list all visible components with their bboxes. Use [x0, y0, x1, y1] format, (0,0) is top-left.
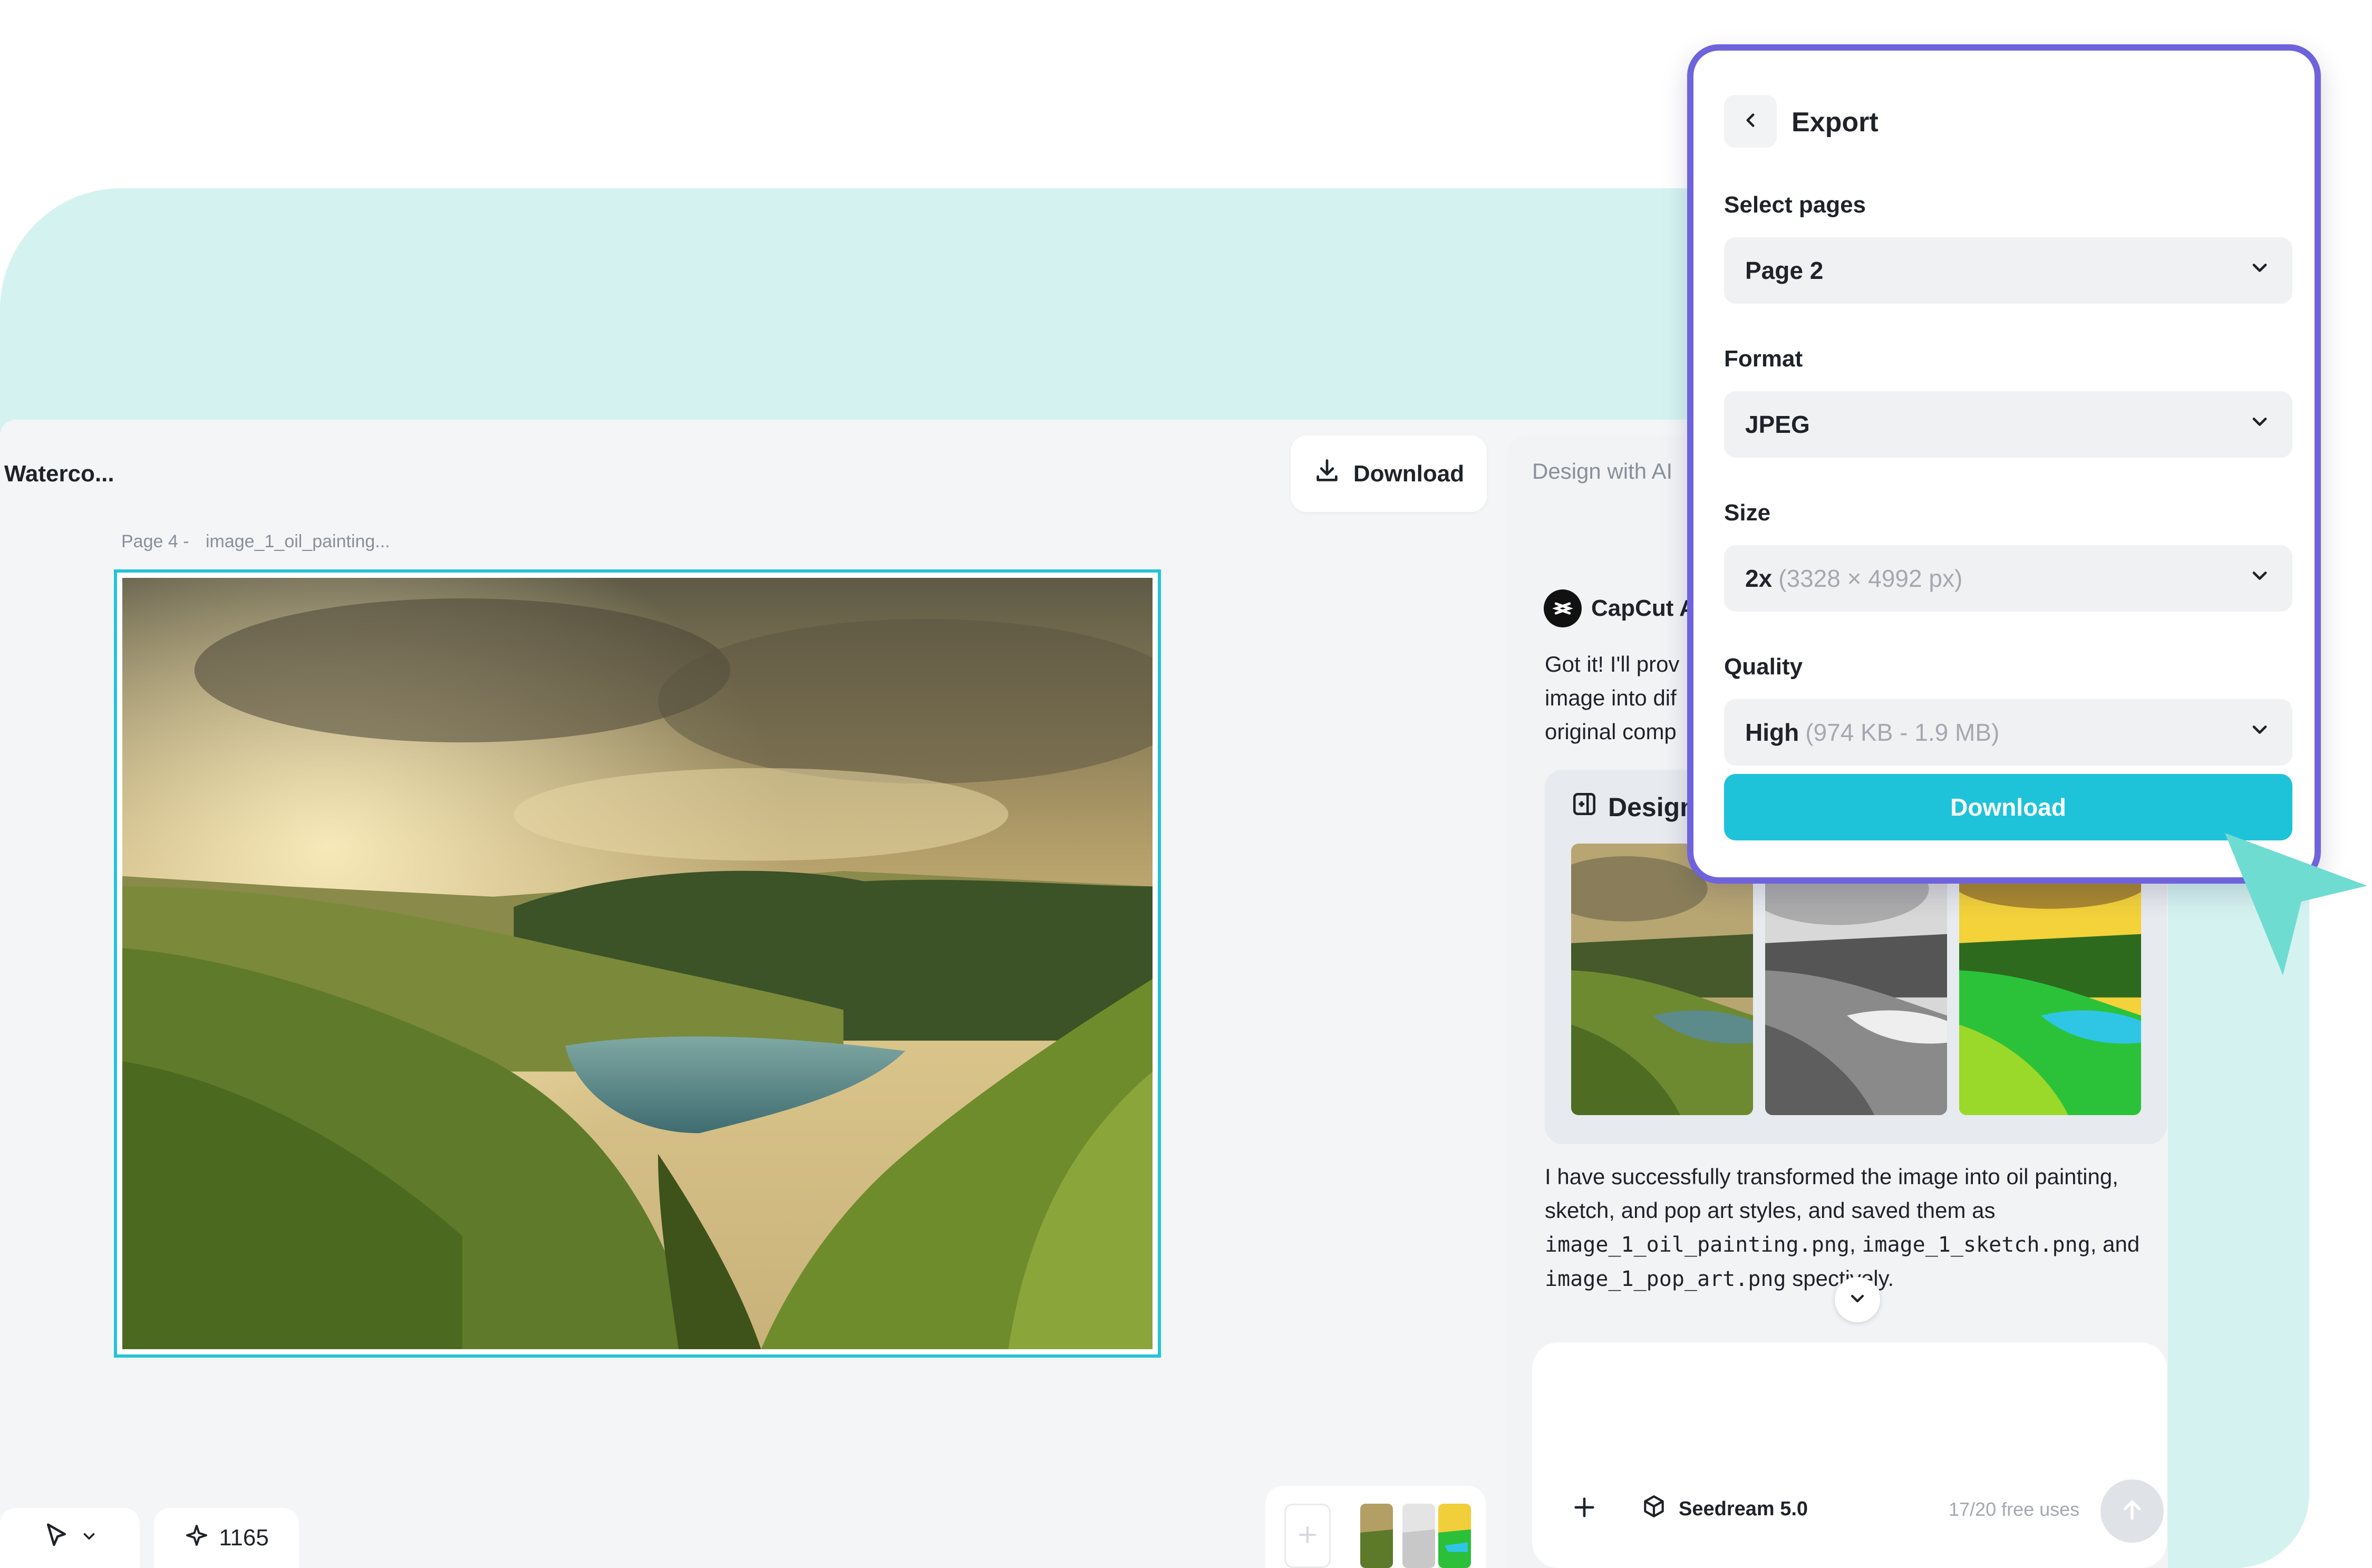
- intro-line: original comp: [1545, 719, 1677, 744]
- page-thumbnail[interactable]: [1438, 1504, 1471, 1568]
- chevron-down-icon: [2248, 564, 2271, 593]
- quality-label: Quality: [1724, 654, 1803, 680]
- assistant-intro: Got it! I'll prov image into dif origina…: [1545, 647, 1682, 749]
- pointer-tool[interactable]: [0, 1508, 140, 1568]
- select-pages-value: Page 2: [1745, 257, 1824, 284]
- credits-value: 1165: [219, 1525, 269, 1551]
- plus-icon: [1570, 1493, 1599, 1525]
- page-number-label: Page 4 -: [121, 531, 189, 551]
- document-title-text: Waterco...: [4, 460, 114, 487]
- page-file-label: image_1_oil_painting...: [205, 531, 390, 551]
- quality-dropdown[interactable]: High (974 KB - 1.9 MB): [1724, 699, 2292, 766]
- chevron-down-icon: [2248, 256, 2271, 285]
- format-label: Format: [1724, 346, 1803, 372]
- sketch-thumbnail[interactable]: [1765, 844, 1947, 1115]
- page-thumbnail[interactable]: [1360, 1504, 1393, 1568]
- cube-icon: [1641, 1493, 1667, 1525]
- download-button-label: Download: [1353, 460, 1465, 487]
- result-file-oil: image_1_oil_painting.png: [1545, 1233, 1850, 1257]
- result-file-pop-art: image_1_pop_art.png: [1545, 1267, 1786, 1291]
- download-icon: [1313, 457, 1341, 490]
- model-selector[interactable]: Seedream 5.0: [1641, 1493, 1808, 1525]
- chevron-down-icon: [2248, 718, 2271, 747]
- send-button[interactable]: [2100, 1479, 2164, 1543]
- size-detail: (3328 × 4992 px): [1778, 565, 1963, 592]
- free-uses-counter: 17/20 free uses: [1949, 1498, 2080, 1520]
- size-value: 2x: [1745, 565, 1773, 592]
- add-page-button[interactable]: [1284, 1504, 1331, 1568]
- oil-painting-thumbnail[interactable]: [1571, 844, 1753, 1115]
- format-dropdown[interactable]: JPEG: [1724, 391, 2292, 458]
- arrow-up-icon: [2118, 1496, 2146, 1527]
- chevron-down-icon: [1847, 1288, 1868, 1312]
- assistant-header: CapCut A: [1544, 589, 1696, 627]
- size-dropdown[interactable]: 2x (3328 × 4992 px): [1724, 545, 2292, 612]
- back-button[interactable]: [1724, 95, 1777, 148]
- select-pages-label: Select pages: [1724, 192, 1866, 218]
- chevron-down-icon: [2248, 410, 2271, 439]
- intro-line: Got it! I'll prov: [1545, 652, 1680, 676]
- landscape-painting: [122, 578, 1153, 1349]
- chevron-left-icon: [1739, 109, 1761, 134]
- export-title: Export: [1792, 107, 1879, 138]
- size-selection: 2x (3328 × 4992 px): [1745, 564, 1962, 593]
- download-button[interactable]: Download: [1291, 435, 1487, 512]
- chat-add-button[interactable]: [1566, 1490, 1603, 1527]
- result-and: and: [2103, 1232, 2140, 1256]
- assistant-result-message: I have successfully transformed the imag…: [1545, 1164, 2140, 1291]
- export-panel: Export Select pages Page 2 Format JPEG S…: [1687, 44, 2321, 884]
- intro-line: image into dif: [1545, 685, 1677, 710]
- design-card-title: Design: [1608, 792, 1696, 822]
- select-pages-dropdown[interactable]: Page 2: [1724, 237, 2292, 304]
- design-card-icon: [1571, 791, 1598, 824]
- credits-counter[interactable]: 1165: [154, 1508, 299, 1568]
- model-name: Seedream 5.0: [1679, 1497, 1808, 1520]
- page-label: Page 4 - image_1_oil_painting...: [121, 531, 402, 552]
- design-card-header: Design: [1571, 791, 1696, 824]
- pop-art-thumbnail[interactable]: [1959, 844, 2141, 1115]
- document-title[interactable]: Waterco...: [0, 435, 140, 512]
- quality-detail: (974 KB - 1.9 MB): [1805, 719, 2000, 746]
- sparkle-icon: [184, 1523, 209, 1554]
- quality-value: High: [1745, 719, 1799, 746]
- assistant-name: CapCut A: [1591, 595, 1696, 621]
- pointer-icon: [42, 1521, 71, 1555]
- size-label: Size: [1724, 500, 1771, 526]
- export-download-button[interactable]: Download: [1724, 774, 2292, 840]
- result-file-sketch: image_1_sketch.png: [1862, 1233, 2090, 1257]
- ai-panel-title: Design with AI: [1532, 459, 1673, 483]
- result-text: I have successfully transformed the imag…: [1545, 1164, 2118, 1223]
- quality-selection: High (974 KB - 1.9 MB): [1745, 718, 1999, 747]
- page-thumbnail[interactable]: [1402, 1504, 1435, 1568]
- scroll-down-button[interactable]: [1835, 1277, 1880, 1322]
- chevron-down-icon: [80, 1525, 98, 1551]
- format-value: JPEG: [1745, 411, 1810, 438]
- export-download-label: Download: [1950, 793, 2066, 821]
- chat-input[interactable]: [1532, 1342, 2167, 1568]
- canvas-image[interactable]: [114, 569, 1161, 1358]
- capcut-logo-icon: [1544, 589, 1582, 627]
- plus-icon: [1295, 1522, 1320, 1550]
- cursor-arrow-icon: [2214, 822, 2372, 983]
